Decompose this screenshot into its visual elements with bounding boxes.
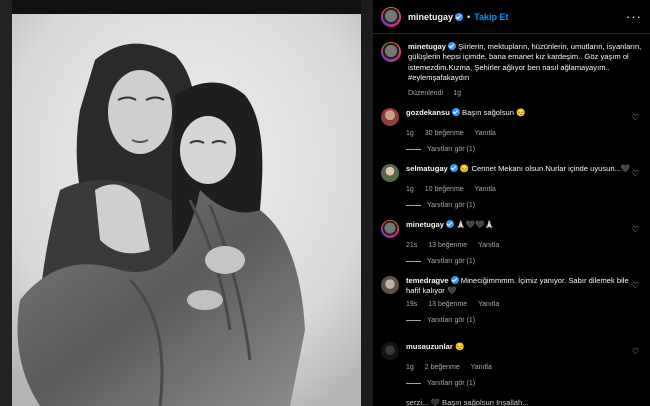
comment-age: 1g <box>406 130 414 137</box>
post-caption: minetugay Şiirlerin, mektupların, hüzünl… <box>373 34 650 105</box>
comment-item: musauzunlar 😔 ♡ 1g 2 beğenme Yanıtla Yan… <box>381 342 643 387</box>
comment-likes[interactable]: 13 beğenme <box>428 301 467 308</box>
comment-item: selmatugay 😔 Cennet Mekanı olsun.Nurlar … <box>381 164 643 209</box>
comment-text: 🙏🏻🖤🖤🙏🏻 <box>456 220 494 229</box>
comment-item: temedragve Mineciğimmmm. İçimiz yanıyor.… <box>381 276 643 324</box>
view-replies-button[interactable]: Yanıtları gör (1) <box>406 146 643 153</box>
comment-item: minetugay 🙏🏻🖤🖤🙏🏻 ♡ 21s 13 beğenme Yanıtl… <box>381 220 643 265</box>
more-horizontal-icon[interactable]: ··· <box>626 9 642 24</box>
caption-age: 1g <box>453 89 462 97</box>
caption-username[interactable]: minetugay <box>408 42 446 51</box>
post-modal: minetugay • Takip Et ··· minetugay Şiirl… <box>0 0 650 406</box>
post-header: minetugay • Takip Et ··· <box>373 0 650 34</box>
comment-username[interactable]: gozdekansu <box>406 108 450 117</box>
view-replies-label: Yanıtları gör (1) <box>427 316 476 324</box>
replies-line <box>406 383 421 384</box>
view-replies-button[interactable]: Yanıtları gör (1) <box>406 380 643 387</box>
heart-icon[interactable]: ♡ <box>632 113 639 122</box>
view-replies-label: Yanıtları gör (1) <box>427 258 476 265</box>
caption-meta: Düzenlendi · 1g <box>408 89 642 99</box>
follow-button[interactable]: Takip Et <box>474 12 508 22</box>
verified-badge-icon <box>447 42 456 50</box>
comment-username[interactable]: selmatugay <box>406 164 448 173</box>
replies-line <box>406 149 421 150</box>
comment-age: 19s <box>406 300 418 308</box>
comment-age: 1g <box>406 186 414 193</box>
view-replies-button[interactable]: Yanıtları gör (1) <box>406 258 643 265</box>
view-replies-label: Yanıtları gör (1) <box>427 202 476 209</box>
view-replies-button[interactable]: Yanıtları gör (1) <box>406 317 643 324</box>
reply-button[interactable]: Yanıtla <box>478 301 499 308</box>
view-replies-label: Yanıtları gör (1) <box>427 146 476 153</box>
avatar[interactable] <box>381 342 399 360</box>
replies-line <box>406 261 421 262</box>
comment-text: Başın sağolsun 😔 <box>462 108 526 117</box>
comments-panel: minetugay • Takip Et ··· minetugay Şiirl… <box>373 0 650 406</box>
avatar[interactable] <box>381 6 401 27</box>
heart-icon[interactable]: ♡ <box>632 225 639 234</box>
comment-likes[interactable]: 10 beğenme <box>425 186 464 193</box>
comment-username[interactable]: musauzunlar <box>406 342 453 351</box>
partial-comment: serzi... 🖤 Başın sağolsun Inşallah... <box>406 398 529 406</box>
meta-separator: · <box>446 89 450 97</box>
comment-text: 😔 Cennet Mekanı olsun.Nurlar içinde uyus… <box>459 164 631 173</box>
post-photo[interactable] <box>0 0 373 406</box>
reply-button[interactable]: Yanıtla <box>475 130 496 137</box>
verified-badge-icon <box>449 164 458 172</box>
comment-username[interactable]: minetugay <box>406 220 444 229</box>
avatar[interactable] <box>381 220 399 238</box>
avatar[interactable] <box>381 42 401 62</box>
verified-badge-icon <box>445 220 454 228</box>
heart-icon[interactable]: ♡ <box>632 347 639 356</box>
comment-text: 😔 <box>454 342 465 351</box>
avatar[interactable] <box>381 276 399 294</box>
author-username[interactable]: minetugay <box>408 12 453 22</box>
comment-likes[interactable]: 2 beğenme <box>425 364 460 371</box>
heart-icon[interactable]: ♡ <box>632 169 639 178</box>
avatar[interactable] <box>381 108 399 126</box>
comment-item: gozdekansu Başın sağolsun 😔 ♡ 1g 30 beğe… <box>381 108 643 153</box>
reply-button[interactable]: Yanıtla <box>471 364 492 371</box>
photo-image <box>0 0 373 406</box>
comment-username[interactable]: temedragve <box>406 276 449 285</box>
separator-dot: • <box>467 11 471 22</box>
reply-button[interactable]: Yanıtla <box>475 186 496 193</box>
avatar[interactable] <box>381 164 399 182</box>
view-replies-label: Yanıtları gör (1) <box>427 380 476 387</box>
replies-line <box>406 205 421 206</box>
comment-age: 21s <box>406 242 418 249</box>
comment-likes[interactable]: 30 beğenme <box>425 130 464 137</box>
verified-badge-icon <box>455 12 464 21</box>
verified-badge-icon <box>450 276 459 284</box>
verified-badge-icon <box>451 108 460 116</box>
comment-likes[interactable]: 13 beğenme <box>428 242 467 249</box>
heart-icon[interactable]: ♡ <box>632 281 639 290</box>
replies-line <box>406 319 421 321</box>
reply-button[interactable]: Yanıtla <box>478 242 499 249</box>
comment-age: 1g <box>406 364 414 371</box>
edited-label: Düzenlendi <box>408 89 444 97</box>
view-replies-button[interactable]: Yanıtları gör (1) <box>406 202 643 209</box>
